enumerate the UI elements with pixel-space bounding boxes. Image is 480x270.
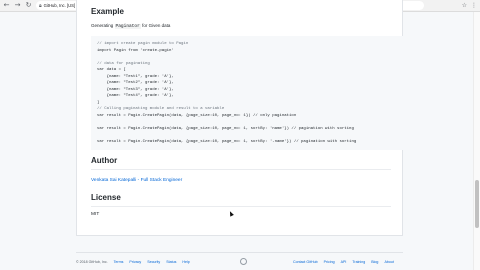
author-heading: Author xyxy=(91,156,118,165)
footer-link[interactable]: Contact GitHub xyxy=(293,260,318,264)
footer-link[interactable]: Security xyxy=(147,260,160,264)
code-line: {name: "Test2", grade: 'A'}, xyxy=(97,81,174,85)
code-line: {name: "Test3", grade: 'A'}, xyxy=(97,87,174,92)
license-heading: License xyxy=(91,193,121,202)
generating-suffix: for Given data xyxy=(142,23,171,28)
footer-link[interactable]: Pricing xyxy=(324,260,335,264)
example-heading: Example xyxy=(91,7,124,16)
footer-link[interactable]: Privacy xyxy=(129,260,141,264)
reload-icon[interactable]: ↻ xyxy=(24,1,33,10)
footer-left: © 2018 GitHub, Inc. Terms Privacy Security… xyxy=(76,260,190,264)
code-line: import Pagin from 'create-pagin' xyxy=(97,48,174,53)
generating-description: Generating Paginator for Given data xyxy=(91,23,170,29)
page-scrollbar[interactable] xyxy=(473,12,480,270)
code-line: {name: "Test1", grade: 'A'}, xyxy=(97,74,174,79)
browser-actions: ☆ ⋮ xyxy=(458,2,480,9)
back-icon[interactable]: ← xyxy=(2,1,11,10)
code-line: // Calling paginating module and result … xyxy=(97,107,225,111)
footer-copyright: © 2018 GitHub, Inc. xyxy=(76,260,108,264)
footer-divider xyxy=(76,252,403,253)
footer-link[interactable]: Status xyxy=(166,260,176,264)
readme-card: Example Generating Paginator for Given d… xyxy=(76,0,404,236)
code-block: // import create pagin module to Pagin im… xyxy=(91,36,404,150)
code-line: ] xyxy=(97,100,100,105)
code-line: // import create pagin module to Pagin xyxy=(97,42,189,46)
generating-code: Paginator xyxy=(114,24,141,29)
license-divider xyxy=(91,206,391,207)
footer-link[interactable]: API xyxy=(341,260,347,264)
forward-icon[interactable]: → xyxy=(13,1,22,10)
footer-link[interactable]: Help xyxy=(182,260,189,264)
github-logo-icon[interactable] xyxy=(240,258,247,265)
author-divider xyxy=(91,169,391,170)
footer-link[interactable]: Blog xyxy=(371,260,378,264)
footer-link[interactable]: Terms xyxy=(114,260,124,264)
code-line: var result = Pagin.CreatePagin(data, {pa… xyxy=(97,139,357,144)
footer-link[interactable]: About xyxy=(384,260,393,264)
footer-right: Contact GitHub Pricing API Training Blog Abou… xyxy=(293,260,394,264)
bookmark-star-icon[interactable]: ☆ xyxy=(462,2,467,9)
code-line: // data for paginating xyxy=(97,61,150,66)
code-line: var data = [ xyxy=(97,68,126,72)
author-link[interactable]: Venkata Sai Katepalli - Full Stack Engin… xyxy=(91,178,182,183)
code-line: var result = Pagin.CreatePagin(data, {pa… xyxy=(97,113,297,118)
lock-icon: 🔒︎ xyxy=(39,2,42,9)
footer-link[interactable]: Training xyxy=(352,260,365,264)
scrollbar-thumb[interactable] xyxy=(475,180,479,228)
browser-menu-icon[interactable]: ⋮ xyxy=(471,2,477,9)
code-line: {name: "Test4", grade: 'A'}, xyxy=(97,94,174,98)
license-text: MIT xyxy=(91,212,100,217)
generating-prefix: Generating xyxy=(91,23,114,28)
code-line: var result = Pagin.CreatePagin(data, {pa… xyxy=(97,126,354,131)
site-identity: GitHub, Inc. [US] xyxy=(43,3,76,8)
